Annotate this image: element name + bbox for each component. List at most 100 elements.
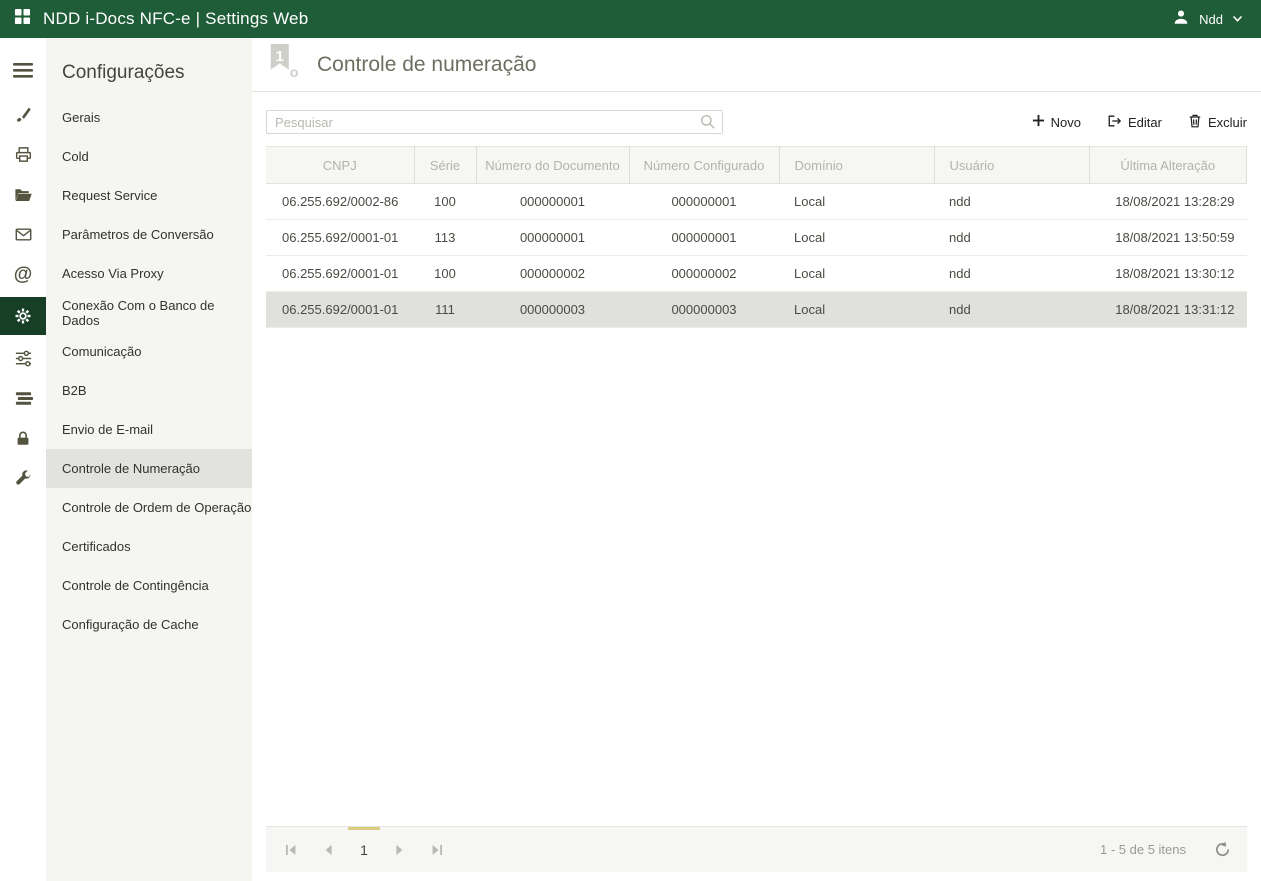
app-logo-icon[interactable] (14, 8, 31, 30)
cell-usuario: ndd (934, 220, 1089, 256)
refresh-button[interactable] (1214, 841, 1231, 858)
page-header: 1o Controle de numeração (252, 38, 1261, 92)
cell-numero-documento: 000000002 (476, 256, 629, 292)
plus-icon (1032, 114, 1045, 130)
app-title: NDD i-Docs NFC-e | Settings Web (43, 9, 308, 29)
cell-ultima-alteracao: 18/08/2021 13:30:12 (1089, 256, 1247, 292)
column-header-numero-configurado[interactable]: Número Configurado (629, 147, 779, 184)
sidebar-title: Configurações (46, 52, 252, 98)
first-page-button[interactable] (272, 827, 310, 872)
sidebar-item-controle-de-numeracao[interactable]: Controle de Numeração (46, 449, 252, 488)
menu-icon[interactable] (0, 48, 46, 92)
sidebar-item-cold[interactable]: Cold (46, 137, 252, 176)
at-icon[interactable]: @ (0, 254, 46, 294)
cell-dominio: Local (779, 256, 934, 292)
cell-cnpj: 06.255.692/0001-01 (266, 220, 414, 256)
new-button[interactable]: Novo (1032, 114, 1081, 130)
column-header-cnpj[interactable]: CNPJ (266, 147, 414, 184)
cell-ultima-alteracao: 18/08/2021 13:50:59 (1089, 220, 1247, 256)
sidebar-item-gerais[interactable]: Gerais (46, 98, 252, 137)
user-icon (1172, 8, 1190, 31)
cell-cnpj: 06.255.692/0001-01 (266, 256, 414, 292)
lock-icon[interactable] (0, 418, 46, 458)
search-icon[interactable] (699, 113, 717, 136)
stack-icon[interactable] (0, 378, 46, 418)
wrench-icon[interactable] (0, 458, 46, 498)
cell-numero-documento: 000000001 (476, 220, 629, 256)
cell-ultima-alteracao: 18/08/2021 13:28:29 (1089, 184, 1247, 220)
cell-serie: 100 (414, 184, 476, 220)
cell-usuario: ndd (934, 184, 1089, 220)
settings-gear-icon[interactable] (0, 297, 46, 335)
numbering-icon: 1o (266, 42, 304, 87)
column-header-usuario[interactable]: Usuário (934, 147, 1089, 184)
cell-dominio: Local (779, 184, 934, 220)
cell-numero-documento: 000000001 (476, 184, 629, 220)
trash-icon (1188, 113, 1202, 131)
table-row[interactable]: 06.255.692/0001-01 113 000000001 0000000… (266, 220, 1247, 256)
grid-toolbar: Novo Editar Excluir (266, 110, 1247, 134)
cell-serie: 111 (414, 292, 476, 328)
prev-page-button[interactable] (310, 827, 348, 872)
cell-cnpj: 06.255.692/0002-86 (266, 184, 414, 220)
page-number-current[interactable]: 1 (348, 827, 380, 872)
cell-numero-configurado: 000000002 (629, 256, 779, 292)
sidebar-item-controle-de-ordem-de-operacao[interactable]: Controle de Ordem de Operação (46, 488, 252, 527)
sliders-icon[interactable] (0, 338, 46, 378)
cell-dominio: Local (779, 220, 934, 256)
cell-numero-configurado: 000000003 (629, 292, 779, 328)
search-input[interactable] (266, 110, 723, 134)
sidebar-item-comunicacao[interactable]: Comunicação (46, 332, 252, 371)
column-header-numero-do-documento[interactable]: Número do Documento (476, 147, 629, 184)
sidebar-item-configuracao-de-cache[interactable]: Configuração de Cache (46, 605, 252, 644)
delete-button[interactable]: Excluir (1188, 113, 1247, 131)
user-menu[interactable]: Ndd (1172, 8, 1243, 31)
sidebar-item-controle-de-contingencia[interactable]: Controle de Contingência (46, 566, 252, 605)
sidebar-item-envio-de-email[interactable]: Envio de E-mail (46, 410, 252, 449)
table-row[interactable]: 06.255.692/0002-86 100 000000001 0000000… (266, 184, 1247, 220)
sidebar-item-conexao-banco-de-dados[interactable]: Conexão Com o Banco de Dados (46, 293, 252, 332)
table-row-selected[interactable]: 06.255.692/0001-01 111 000000003 0000000… (266, 292, 1247, 328)
folder-open-icon[interactable] (0, 174, 46, 214)
numbering-grid: CNPJ Série Número do Documento Número Co… (266, 146, 1247, 328)
svg-text:o: o (290, 65, 299, 81)
chevron-down-icon (1232, 10, 1243, 28)
sidebar-item-request-service[interactable]: Request Service (46, 176, 252, 215)
main-panel: 1o Controle de numeração Novo (252, 38, 1261, 881)
sidebar-item-certificados[interactable]: Certificados (46, 527, 252, 566)
last-page-button[interactable] (418, 827, 456, 872)
column-header-ultima-alteracao[interactable]: Última Alteração (1089, 147, 1247, 184)
cell-serie: 113 (414, 220, 476, 256)
pager: 1 1 - 5 de 5 itens (266, 826, 1247, 872)
sidebar-item-b2b[interactable]: B2B (46, 371, 252, 410)
cell-numero-documento: 000000003 (476, 292, 629, 328)
brush-icon[interactable] (0, 94, 46, 134)
cell-ultima-alteracao: 18/08/2021 13:31:12 (1089, 292, 1247, 328)
topbar: NDD i-Docs NFC-e | Settings Web Ndd (0, 0, 1261, 38)
pager-info: 1 - 5 de 5 itens (1100, 842, 1186, 857)
cell-numero-configurado: 000000001 (629, 220, 779, 256)
sidebar: Configurações Gerais Cold Request Servic… (46, 38, 252, 881)
printer-icon[interactable] (0, 134, 46, 174)
sidebar-item-acesso-via-proxy[interactable]: Acesso Via Proxy (46, 254, 252, 293)
cell-dominio: Local (779, 292, 934, 328)
column-header-serie[interactable]: Série (414, 147, 476, 184)
column-header-dominio[interactable]: Domínio (779, 147, 934, 184)
cell-serie: 100 (414, 256, 476, 292)
table-row[interactable]: 06.255.692/0001-01 100 000000002 0000000… (266, 256, 1247, 292)
search-box (266, 110, 723, 134)
page-title: Controle de numeração (317, 53, 536, 77)
user-name: Ndd (1199, 12, 1223, 27)
sidebar-item-parametros-de-conversao[interactable]: Parâmetros de Conversão (46, 215, 252, 254)
cell-numero-configurado: 000000001 (629, 184, 779, 220)
cell-cnpj: 06.255.692/0001-01 (266, 292, 414, 328)
header-row: CNPJ Série Número do Documento Número Co… (266, 147, 1247, 184)
mail-icon[interactable] (0, 214, 46, 254)
empty-area (266, 328, 1247, 826)
next-page-button[interactable] (380, 827, 418, 872)
edit-arrow-icon (1107, 114, 1122, 131)
edit-button[interactable]: Editar (1107, 114, 1162, 131)
cell-usuario: ndd (934, 292, 1089, 328)
cell-usuario: ndd (934, 256, 1089, 292)
icon-rail: @ (0, 38, 46, 881)
